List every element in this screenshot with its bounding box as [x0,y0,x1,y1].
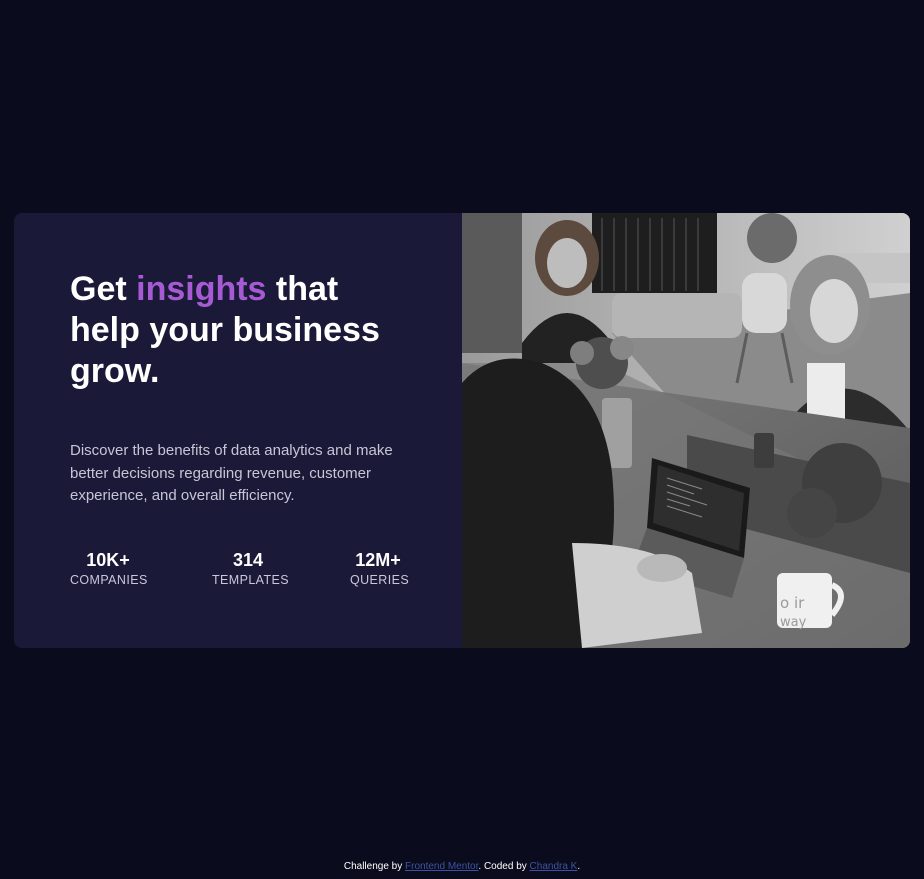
stat-templates: 314 TEMPLATES [212,548,289,587]
headline-before: Get [70,270,137,308]
mug-text-2: way [780,615,807,630]
stats-preview-card: Get insights that help your business gro… [14,213,910,648]
attribution-prefix: Challenge by [343,861,406,872]
frontend-mentor-link[interactable]: Frontend Mentor [405,861,478,872]
attribution: Challenge by Frontend Mentor. Coded by C… [0,861,924,872]
stat-value: 10K+ [86,550,130,570]
description: Discover the benefits of data analytics … [70,442,393,504]
stat-value: 12M+ [355,550,401,570]
header-image: o ir way [462,213,910,648]
author-link[interactable]: Chandra K [530,861,578,872]
stat-label: COMPANIES [70,573,148,587]
headline-accent: insights [136,270,267,308]
headline: Get insights that help your business gro… [70,269,410,392]
stats-row: 10K+ COMPANIES 314 TEMPLATES 12M+ QUERIE… [70,548,410,587]
stat-companies: 10K+ COMPANIES [70,548,148,587]
office-photo: o ir way [462,213,910,648]
attribution-suffix: . [577,861,581,872]
attribution-middle: . Coded by [478,861,530,872]
stat-label: TEMPLATES [212,573,289,587]
mug-text-1: o ir [780,594,805,612]
card-content: Get insights that help your business gro… [14,213,462,648]
stat-label: QUERIES [350,573,410,587]
stat-queries: 12M+ QUERIES [350,548,410,587]
stat-value: 314 [232,550,264,570]
